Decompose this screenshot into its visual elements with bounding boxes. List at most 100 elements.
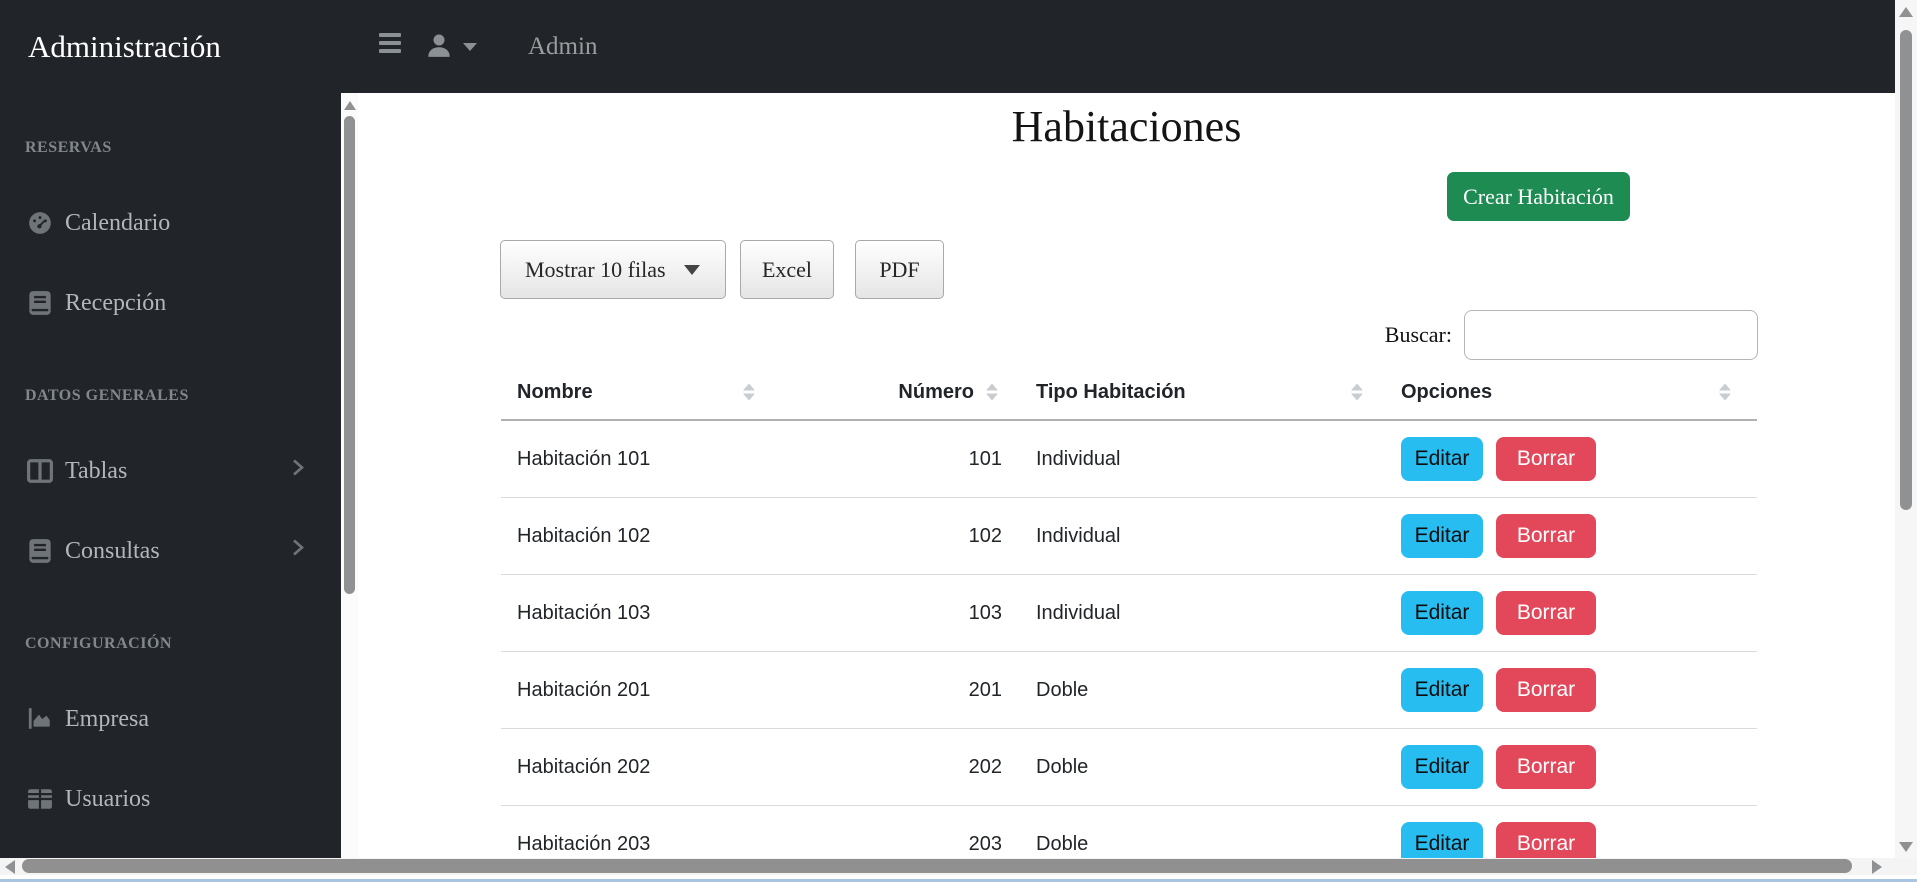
table-toolbar: Mostrar 10 filas Excel PDF xyxy=(500,240,944,299)
export-excel-button[interactable]: Excel xyxy=(740,240,834,299)
table-row: Habitación 203 203 Doble Editar Borrar xyxy=(501,806,1757,858)
column-header-opciones[interactable]: Opciones xyxy=(1385,365,1757,419)
book-icon xyxy=(27,290,53,316)
menu-toggle-button[interactable] xyxy=(379,33,403,59)
edit-button[interactable]: Editar xyxy=(1401,514,1483,558)
book-icon xyxy=(27,538,53,564)
chevron-right-icon xyxy=(289,457,307,486)
section-label: DATOS GENERALES xyxy=(25,387,189,404)
edit-button[interactable]: Editar xyxy=(1401,745,1483,789)
user-icon xyxy=(424,30,454,65)
sidebar-scrollbar[interactable] xyxy=(341,93,358,858)
rows-per-page-select[interactable]: Mostrar 10 filas xyxy=(500,240,726,299)
column-header-numero[interactable]: Número xyxy=(763,365,1008,419)
brand-title[interactable]: Administración xyxy=(28,0,221,93)
delete-button[interactable]: Borrar xyxy=(1496,745,1596,789)
search-bar: Buscar: xyxy=(1385,310,1758,360)
cell-opciones: Editar Borrar xyxy=(1385,591,1757,635)
cell-tipo: Individual xyxy=(1036,524,1121,547)
select-caret-icon xyxy=(683,264,700,275)
column-header-tipo-habitacion[interactable]: Tipo Habitación xyxy=(1008,365,1385,419)
sidebar-item-label: Tablas xyxy=(65,457,128,484)
cell-nombre: Habitación 103 xyxy=(517,601,651,624)
cell-numero: 203 xyxy=(968,832,1002,855)
cell-numero: 202 xyxy=(968,755,1002,778)
column-header-nombre[interactable]: Nombre xyxy=(501,365,763,419)
sidebar-scrollbar-thumb[interactable] xyxy=(344,116,355,594)
sidebar-item-empresa[interactable]: Empresa xyxy=(0,679,341,759)
cell-tipo: Doble xyxy=(1036,678,1089,701)
page-title: Habitaciones xyxy=(1011,102,1242,151)
sidebar-section-configuracion: CONFIGURACIÓN Empresa Usuarios xyxy=(0,635,341,839)
table-row: Habitación 102 102 Individual Editar Bor… xyxy=(501,498,1757,575)
scroll-up-arrow[interactable] xyxy=(1899,7,1913,17)
sidebar-item-label: Empresa xyxy=(65,705,149,732)
table-row: Habitación 202 202 Doble Editar Borrar xyxy=(501,729,1757,806)
export-pdf-button[interactable]: PDF xyxy=(855,240,944,299)
create-room-button[interactable]: Crear Habitación xyxy=(1447,172,1630,221)
main-content: Habitaciones Crear Habitación Mostrar 10… xyxy=(358,93,1895,858)
edit-button[interactable]: Editar xyxy=(1401,822,1483,858)
cell-opciones: Editar Borrar xyxy=(1385,514,1757,558)
cell-nombre: Habitación 203 xyxy=(517,832,651,855)
edit-button[interactable]: Editar xyxy=(1401,437,1483,481)
delete-button[interactable]: Borrar xyxy=(1496,668,1596,712)
sort-icon xyxy=(1719,383,1731,401)
chevron-right-icon xyxy=(289,537,307,566)
search-input[interactable] xyxy=(1464,310,1758,360)
user-menu-button[interactable] xyxy=(424,26,488,68)
table-row: Habitación 103 103 Individual Editar Bor… xyxy=(501,575,1757,652)
cell-tipo: Individual xyxy=(1036,601,1121,624)
cell-numero: 102 xyxy=(968,524,1002,547)
scrollbar-corner xyxy=(1895,858,1917,875)
sidebar-item-consultas[interactable]: Consultas xyxy=(0,511,341,591)
cell-numero: 201 xyxy=(968,678,1002,701)
search-label: Buscar: xyxy=(1384,322,1452,347)
cell-numero: 103 xyxy=(968,601,1002,624)
table-header-row: Nombre Número Tipo Habitación Opciones xyxy=(501,365,1757,421)
sidebar-item-label: Usuarios xyxy=(65,785,151,812)
top-navbar: Administración Admin xyxy=(0,0,1895,93)
sidebar-item-label: Recepción xyxy=(65,289,167,316)
horizontal-scrollbar[interactable] xyxy=(0,858,1895,875)
cell-nombre: Habitación 102 xyxy=(517,524,651,547)
cell-nombre: Habitación 101 xyxy=(517,447,651,470)
edit-button[interactable]: Editar xyxy=(1401,668,1483,712)
section-label: CONFIGURACIÓN xyxy=(25,635,172,652)
sidebar-item-usuarios[interactable]: Usuarios xyxy=(0,759,341,839)
scroll-up-arrow[interactable] xyxy=(344,101,356,110)
delete-button[interactable]: Borrar xyxy=(1496,822,1596,858)
cell-nombre: Habitación 201 xyxy=(517,678,651,701)
horizontal-scrollbar-thumb[interactable] xyxy=(22,859,1852,873)
sort-icon xyxy=(986,383,998,401)
delete-button[interactable]: Borrar xyxy=(1496,437,1596,481)
edit-button[interactable]: Editar xyxy=(1401,591,1483,635)
sidebar-item-label: Calendario xyxy=(65,209,171,236)
scroll-left-arrow[interactable] xyxy=(5,860,15,874)
vertical-scrollbar[interactable] xyxy=(1895,0,1917,875)
rooms-table: Nombre Número Tipo Habitación Opciones H… xyxy=(501,365,1757,858)
sort-icon xyxy=(1351,383,1363,401)
sidebar-item-label: Consultas xyxy=(65,537,160,564)
table-cells-icon xyxy=(27,786,53,812)
scroll-right-arrow[interactable] xyxy=(1872,860,1882,874)
cell-opciones: Editar Borrar xyxy=(1385,745,1757,789)
cell-tipo: Individual xyxy=(1036,447,1121,470)
sidebar: RESERVAS Calendario Recepción DATOS GENE… xyxy=(0,93,341,858)
sidebar-item-tablas[interactable]: Tablas xyxy=(0,431,341,511)
cell-tipo: Doble xyxy=(1036,755,1089,778)
delete-button[interactable]: Borrar xyxy=(1496,514,1596,558)
cell-opciones: Editar Borrar xyxy=(1385,668,1757,712)
nav-admin-link[interactable]: Admin xyxy=(528,0,597,93)
delete-button[interactable]: Borrar xyxy=(1496,591,1596,635)
sidebar-item-recepcion[interactable]: Recepción xyxy=(0,263,341,343)
scroll-down-arrow[interactable] xyxy=(1899,842,1913,852)
section-label: RESERVAS xyxy=(25,139,112,156)
tachometer-icon xyxy=(27,210,53,236)
cell-opciones: Editar Borrar xyxy=(1385,822,1757,858)
vertical-scrollbar-thumb[interactable] xyxy=(1900,30,1912,510)
chart-area-icon xyxy=(27,706,53,732)
table-row: Habitación 201 201 Doble Editar Borrar xyxy=(501,652,1757,729)
sidebar-item-calendario[interactable]: Calendario xyxy=(0,183,341,263)
sidebar-section-datos-generales: DATOS GENERALES Tablas Consultas xyxy=(0,387,341,591)
